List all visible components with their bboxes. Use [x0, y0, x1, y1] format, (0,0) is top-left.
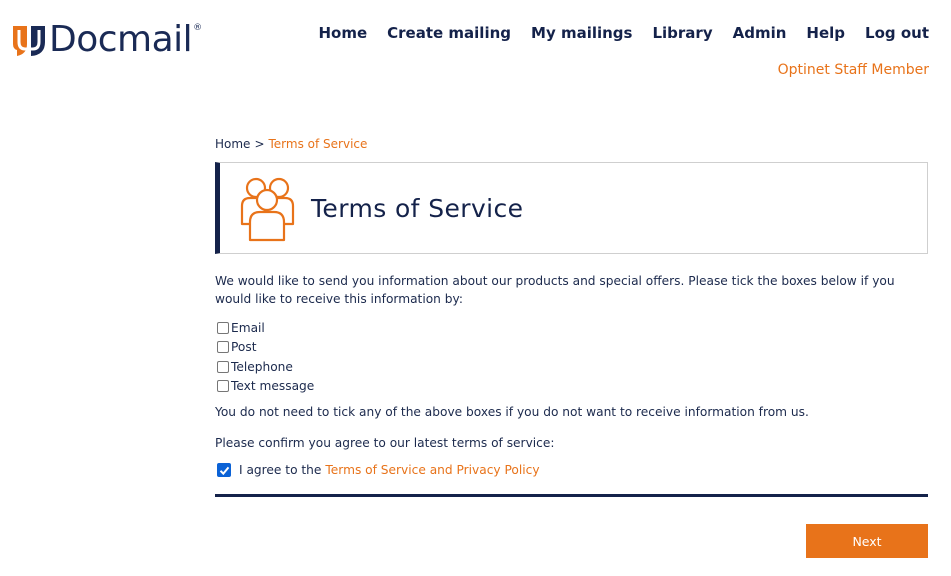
telephone-label: Telephone [231, 359, 293, 374]
main-nav: Home Create mailing My mailings Library … [318, 24, 929, 42]
nav-help[interactable]: Help [806, 24, 845, 42]
divider [215, 494, 928, 497]
nav-library[interactable]: Library [652, 24, 712, 42]
nav-my-mailings[interactable]: My mailings [531, 24, 632, 42]
agree-label: I agree to the [239, 463, 322, 477]
next-button[interactable]: Next [806, 524, 928, 558]
confirm-prompt: Please confirm you agree to our latest t… [215, 436, 555, 450]
breadcrumb-separator: > [254, 137, 265, 151]
nav-log-out[interactable]: Log out [865, 24, 929, 42]
opt-out-note: You do not need to tick any of the above… [215, 405, 809, 419]
breadcrumb-current: Terms of Service [268, 137, 368, 151]
brand-name: Docmail [49, 19, 193, 60]
option-email[interactable]: Email [215, 318, 928, 338]
option-telephone[interactable]: Telephone [215, 357, 928, 377]
nav-home[interactable]: Home [318, 24, 367, 42]
post-label: Post [231, 340, 257, 355]
docmail-logo-icon [13, 26, 45, 56]
breadcrumb-home[interactable]: Home [215, 137, 250, 151]
option-post[interactable]: Post [215, 338, 928, 358]
email-checkbox[interactable] [217, 321, 229, 334]
nav-admin[interactable]: Admin [733, 24, 787, 42]
breadcrumb: Home > Terms of Service [215, 137, 928, 155]
main-content: Home > Terms of Service Terms of Service W… [215, 137, 928, 558]
agree-terms[interactable]: I agree to the Terms of Service and Priv… [215, 463, 928, 477]
docmail-logo[interactable]: Docmail ® [11, 22, 202, 58]
page-title-panel: Terms of Service [215, 162, 928, 254]
user-role: Optinet Staff Member [777, 62, 929, 78]
email-label: Email [231, 320, 265, 335]
contact-options: Email Post Telephone Text message [215, 318, 928, 396]
intro-text: We would like to send you information ab… [215, 274, 895, 306]
people-group-icon [240, 177, 295, 242]
checkmark-icon [219, 466, 229, 475]
text-message-label: Text message [231, 379, 315, 394]
registered-mark: ® [193, 23, 203, 33]
terms-privacy-link[interactable]: Terms of Service and Privacy Policy [325, 463, 539, 477]
option-text-message[interactable]: Text message [215, 377, 928, 397]
text-message-checkbox[interactable] [217, 380, 229, 393]
page-title: Terms of Service [311, 193, 524, 223]
agree-checkbox[interactable] [217, 463, 231, 477]
telephone-checkbox[interactable] [217, 360, 229, 373]
post-checkbox[interactable] [217, 341, 229, 354]
nav-create-mailing[interactable]: Create mailing [387, 24, 511, 42]
